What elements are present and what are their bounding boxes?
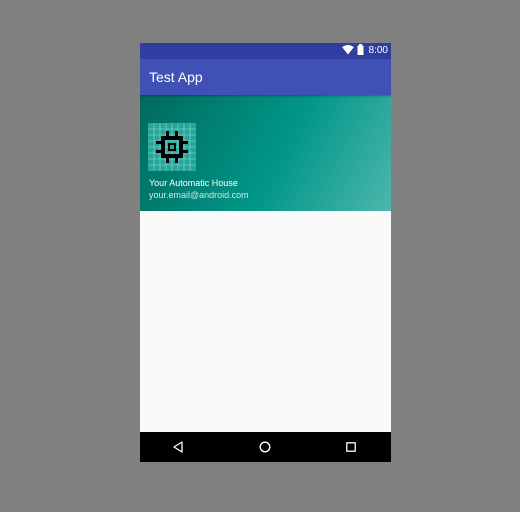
back-icon[interactable] — [170, 439, 186, 455]
phone-screen: 8:00 Test App Your Automatic House your.… — [140, 43, 391, 462]
system-navigation-bar — [140, 432, 391, 462]
status-bar: 8:00 — [140, 43, 391, 59]
home-icon[interactable] — [257, 439, 273, 455]
app-bar: Test App — [140, 59, 391, 95]
wifi-icon — [341, 43, 354, 60]
drawer-content — [140, 211, 391, 432]
battery-icon — [357, 43, 364, 60]
app-title: Test App — [149, 69, 203, 85]
nav-drawer-header: Your Automatic House your.email@android.… — [140, 95, 391, 211]
recents-icon[interactable] — [343, 439, 359, 455]
header-user-name: Your Automatic House — [149, 178, 238, 188]
chip-icon — [148, 123, 196, 171]
status-icons: 8:00 — [341, 43, 388, 60]
header-user-email: your.email@android.com — [149, 190, 249, 200]
status-time: 8:00 — [368, 45, 388, 56]
